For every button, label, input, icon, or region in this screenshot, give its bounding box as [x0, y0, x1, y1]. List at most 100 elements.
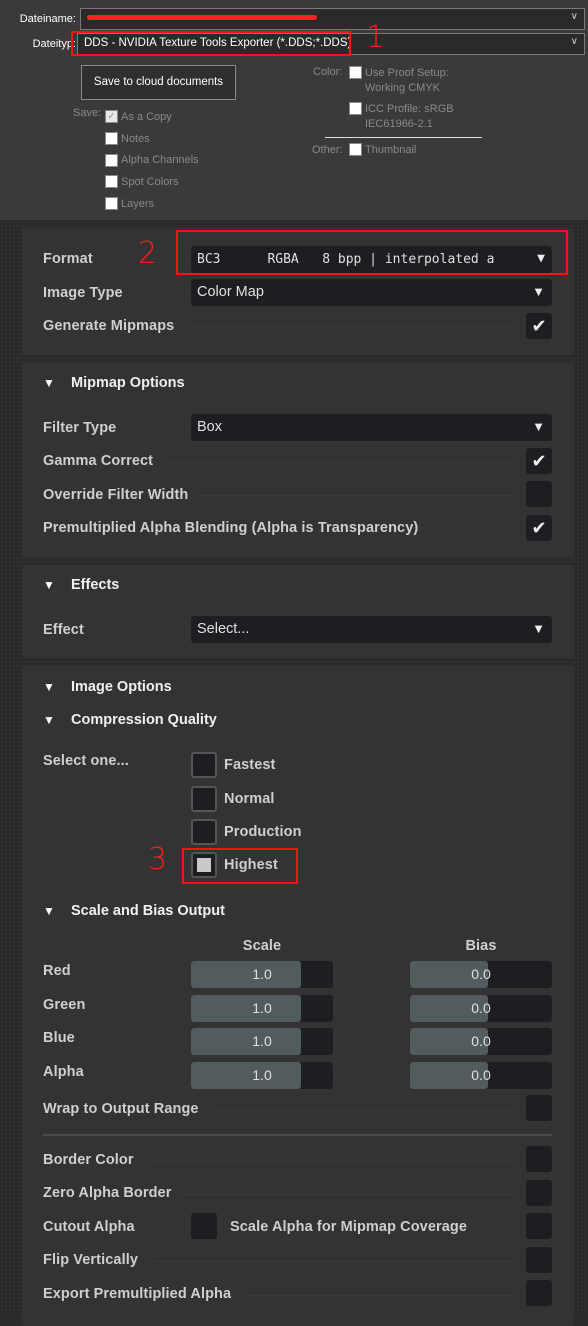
gamma-correct-checkbox[interactable]: ✔	[526, 448, 552, 474]
checkbox[interactable]	[105, 153, 118, 167]
bias-value: 0.0	[471, 999, 491, 1016]
scale-alpha-mipmap-label: Scale Alpha for Mipmap Coverage	[230, 1219, 468, 1235]
icc-line-2: IEC61966-2.1	[365, 118, 433, 130]
override-filter-width-checkbox[interactable]	[526, 481, 552, 507]
quality-normal-radio[interactable]	[191, 786, 217, 812]
gamma-correct-label: Gamma Correct	[43, 453, 154, 469]
save-option-spot-colors[interactable]: Spot Colors	[105, 171, 199, 193]
image-type-dropdown[interactable]: Color Map ▼	[191, 279, 552, 306]
checkbox[interactable]	[105, 132, 118, 146]
scale-value: 1.0	[252, 999, 272, 1016]
collapse-triangle-icon[interactable]: ▼	[43, 680, 55, 694]
proof-line-2: Working CMYK	[365, 82, 440, 94]
bias-slider-green[interactable]: 0.0	[410, 994, 552, 1022]
thumbnail-checkbox[interactable]	[349, 143, 362, 156]
leader-line	[170, 462, 515, 463]
scale-column-header: Scale	[242, 938, 282, 954]
leader-line	[150, 1161, 515, 1162]
annotation-box-2	[176, 230, 568, 275]
filter-type-value: Box	[197, 419, 222, 435]
cutout-alpha-label: Cutout Alpha	[43, 1219, 135, 1235]
bias-column-header: Bias	[465, 938, 497, 954]
bias-value: 0.0	[471, 1033, 491, 1049]
collapse-triangle-icon[interactable]: ▼	[43, 376, 55, 390]
leader-line	[245, 1295, 515, 1296]
icc-line-1: ICC Profile: sRGB	[365, 103, 454, 115]
quality-fastest-radio[interactable]	[191, 752, 217, 778]
annotation-number-2: 2	[138, 236, 158, 271]
check-icon: ✔	[531, 518, 547, 538]
save-to-cloud-button[interactable]: Save to cloud documents	[81, 65, 236, 100]
checkbox[interactable]	[105, 175, 118, 189]
scale-value: 1.0	[252, 1033, 272, 1049]
leader-line	[155, 1261, 515, 1262]
filename-label: Dateiname:	[19, 13, 76, 25]
use-proof-setup-checkbox[interactable]	[349, 66, 362, 79]
save-option-notes[interactable]: Notes	[105, 128, 199, 150]
generate-mipmaps-checkbox[interactable]: ✔	[526, 313, 552, 339]
premultiplied-alpha-label: Premultiplied Alpha Blending (Alpha is T…	[43, 520, 419, 536]
flip-vertically-label: Flip Vertically	[43, 1252, 138, 1268]
thumbnail-label: Thumbnail	[365, 144, 417, 156]
image-options-header[interactable]: Image Options	[71, 679, 172, 695]
chevron-down-icon: ∨	[570, 36, 578, 47]
scale-slider-green[interactable]: 1.0	[191, 994, 333, 1022]
cutout-alpha-checkbox[interactable]	[191, 1213, 217, 1239]
save-label: Save:	[73, 107, 102, 119]
wrap-output-range-label: Wrap to Output Range	[43, 1101, 199, 1117]
scale-alpha-mipmap-checkbox[interactable]	[526, 1213, 552, 1239]
zero-alpha-border-label: Zero Alpha Border	[43, 1185, 172, 1201]
check-icon[interactable]: ✓	[105, 110, 118, 124]
collapse-triangle-icon[interactable]: ▼	[43, 713, 55, 727]
override-filter-width-label: Override Filter Width	[43, 487, 189, 503]
compression-quality-header[interactable]: Compression Quality	[71, 712, 217, 728]
collapse-triangle-icon[interactable]: ▼	[43, 578, 55, 592]
check-icon: ✔	[531, 451, 547, 471]
collapse-triangle-icon[interactable]: ▼	[43, 904, 55, 918]
other-label: Other:	[312, 144, 343, 156]
flip-vertically-checkbox[interactable]	[526, 1247, 552, 1273]
dropdown-arrow-icon: ▼	[532, 621, 545, 636]
filter-type-dropdown[interactable]: Box ▼	[191, 414, 552, 441]
export-premultiplied-alpha-checkbox[interactable]	[526, 1280, 552, 1306]
quality-normal-label: Normal	[224, 791, 275, 807]
bias-value: 0.0	[471, 966, 491, 982]
bias-slider-blue[interactable]: 0.0	[410, 1028, 552, 1055]
scale-slider-red[interactable]: 1.0	[191, 961, 333, 988]
annotation-number-1: 1	[366, 20, 386, 55]
save-option-alpha-channels[interactable]: Alpha Channels	[105, 149, 199, 171]
bias-value: 0.0	[471, 1066, 491, 1083]
bias-slider-red[interactable]: 0.0	[410, 961, 552, 988]
annotation-number-3: 3	[148, 842, 168, 877]
quality-production-label: Production	[224, 824, 302, 840]
save-dialog-panel: Dateiname: ∨ Dateityp: DDS - NVIDIA Text…	[0, 0, 588, 220]
save-option-layers[interactable]: Layers	[105, 193, 199, 215]
scale-slider-blue[interactable]: 1.0	[191, 1028, 333, 1055]
dropdown-arrow-icon: ▼	[532, 419, 545, 434]
save-option-as-a-copy[interactable]: ✓ As a Copy	[105, 106, 199, 128]
image-type-label: Image Type	[43, 285, 123, 301]
zero-alpha-border-checkbox[interactable]	[526, 1180, 552, 1206]
effects-header[interactable]: Effects	[71, 577, 119, 593]
quality-production-radio[interactable]	[191, 819, 217, 845]
dropdown-arrow-icon: ▼	[532, 284, 545, 299]
bias-slider-alpha[interactable]: 0.0	[410, 1061, 552, 1089]
filetype-label: Dateityp:	[32, 38, 76, 50]
scale-bias-header[interactable]: Scale and Bias Output	[71, 903, 225, 919]
icc-profile-checkbox[interactable]	[349, 102, 362, 115]
checkbox[interactable]	[105, 197, 118, 211]
scale-slider-alpha[interactable]: 1.0	[191, 1061, 333, 1089]
format-label: Format	[43, 251, 93, 267]
leader-line	[190, 326, 515, 327]
check-icon: ✔	[531, 316, 547, 336]
filename-input[interactable]: ∨	[80, 8, 585, 30]
effect-label: Effect	[43, 622, 84, 638]
select-one-label: Select one...	[43, 753, 129, 769]
wrap-output-range-checkbox[interactable]	[526, 1095, 552, 1121]
premultiplied-alpha-checkbox[interactable]: ✔	[526, 515, 552, 541]
divider	[325, 137, 482, 138]
effect-dropdown[interactable]: Select... ▼	[191, 616, 552, 643]
border-color-checkbox[interactable]	[526, 1146, 552, 1172]
image-type-value: Color Map	[197, 284, 264, 300]
mipmap-options-header[interactable]: Mipmap Options	[71, 375, 185, 391]
